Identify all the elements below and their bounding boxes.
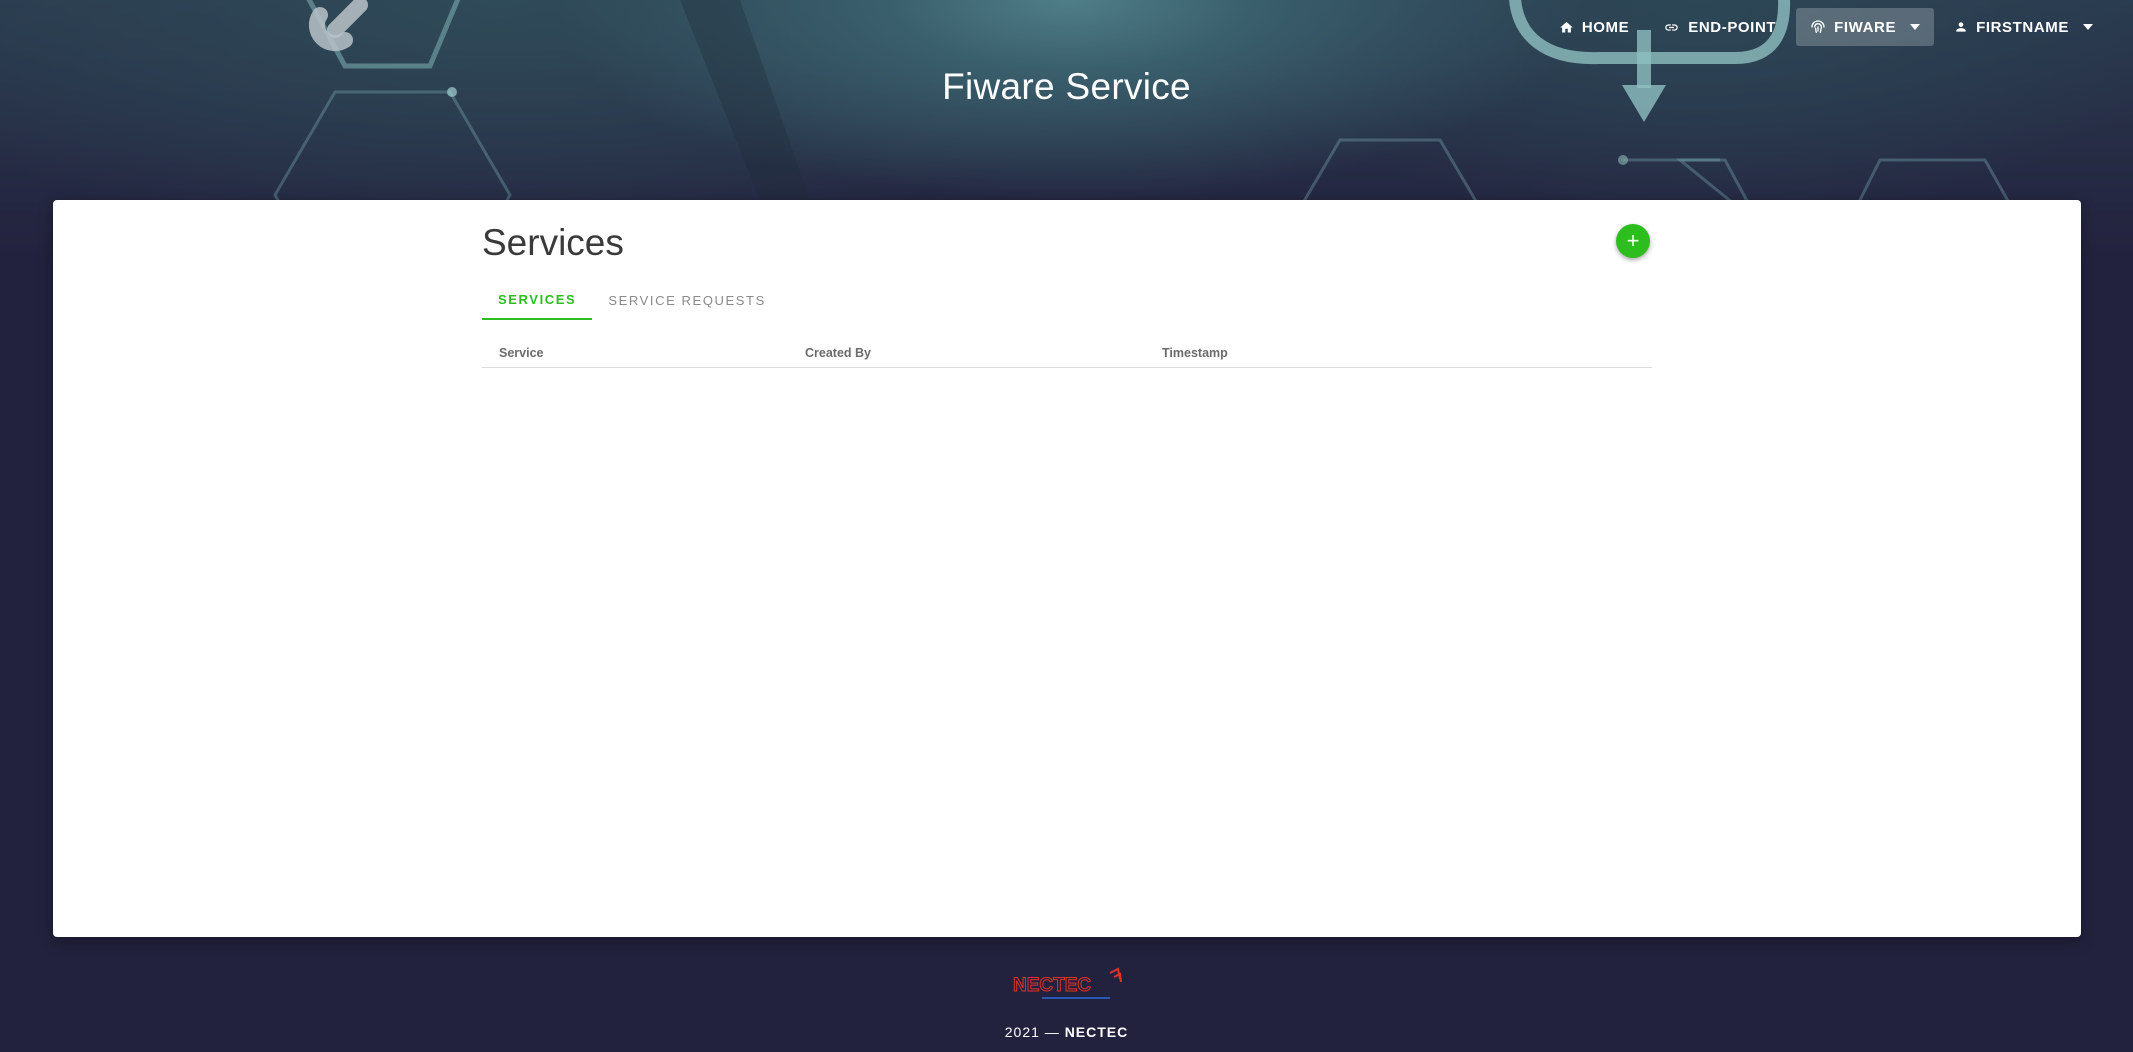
services-table: Service Created By Timestamp	[482, 338, 1652, 368]
footer-copyright: 2021 — NECTEC	[0, 1024, 2133, 1040]
page-title: Fiware Service	[942, 66, 1191, 107]
logo-wordmark: NECTEC	[1013, 975, 1091, 996]
section-title: Services	[482, 222, 624, 263]
add-service-button[interactable]: +	[1616, 224, 1650, 258]
nav-user-label: FIRSTNAME	[1976, 18, 2069, 36]
table-header-row: Service Created By Timestamp	[482, 338, 1652, 368]
nav-fiware-dropdown[interactable]: FIWARE	[1796, 8, 1935, 46]
nav-fiware-label: FIWARE	[1834, 18, 1897, 36]
nav-home-label: HOME	[1581, 18, 1630, 36]
column-header-created-by[interactable]: Created By	[788, 346, 1162, 360]
nav-home[interactable]: HOME	[1545, 8, 1643, 46]
nectec-logo: NECTEC	[1013, 967, 1122, 999]
link-icon	[1665, 23, 1678, 31]
main-card: Services + SERVICES SERVICE REQUESTS Ser…	[53, 200, 2081, 937]
top-nav: HOME END-POINT FIWARE FIRSTNAME	[1545, 8, 2107, 46]
fingerprint-icon	[1811, 20, 1825, 33]
footer-org: NECTEC	[1064, 1024, 1129, 1040]
tab-services[interactable]: SERVICES	[482, 280, 593, 320]
tab-bar: SERVICES SERVICE REQUESTS	[482, 280, 782, 320]
nav-endpoint-label: END-POINT	[1688, 18, 1777, 36]
chevron-down-icon	[1910, 24, 1921, 30]
column-header-timestamp[interactable]: Timestamp	[1162, 346, 1228, 360]
nav-endpoint[interactable]: END-POINT	[1649, 8, 1790, 46]
home-icon	[1560, 21, 1573, 32]
chevron-down-icon	[2083, 24, 2093, 30]
column-header-service[interactable]: Service	[482, 346, 788, 360]
footer-year: 2021 —	[1004, 1024, 1060, 1040]
nav-user-dropdown[interactable]: FIRSTNAME	[1940, 8, 2107, 46]
person-icon	[1956, 22, 1966, 32]
tab-service-requests[interactable]: SERVICE REQUESTS	[592, 280, 782, 320]
